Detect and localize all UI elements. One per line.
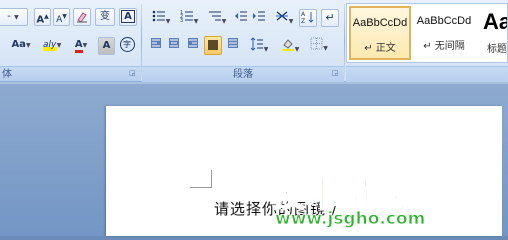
char-border-button[interactable]: A [119, 8, 137, 26]
styles-gallery: AaBbCcDd ↵ 正文 AaBbCcDd ↵ 无间隔 Aa 标题 [346, 3, 508, 63]
center-icon [169, 38, 179, 48]
numbering-icon: 1 2 3 [180, 10, 193, 24]
decrease-indent-icon [235, 11, 247, 21]
font-size-dropdown[interactable]: - ▼ [0, 8, 28, 26]
ruler-strip [0, 82, 508, 84]
numbering-button[interactable]: 1 2 3 ▼ [176, 9, 202, 27]
phonetic-guide-icon: 变 [100, 11, 110, 22]
font-color-button[interactable]: A▼ [68, 37, 94, 55]
style-name: 标题 [487, 44, 507, 55]
bullets-button[interactable]: ▼ [148, 9, 174, 27]
bullets-icon [152, 10, 165, 22]
clear-format-icon [77, 12, 87, 23]
style-tile-heading[interactable]: Aa 标题 [477, 6, 507, 60]
shrink-font-button[interactable]: A▼ [53, 8, 70, 26]
paragraph-group: ▼ 1 2 3 ▼ ▼ ▼ A Z ↵ ▼ ▼ ▼ 段落 ◲ [142, 0, 344, 82]
center-button[interactable] [166, 37, 182, 55]
chevron-down-icon: ▼ [25, 42, 31, 49]
style-sample: AaBbCcDd [352, 17, 408, 29]
decrease-indent-button[interactable] [232, 9, 250, 27]
align-left-icon [151, 38, 161, 48]
show-marks-button[interactable]: ↵ [321, 9, 339, 27]
svg-text:A: A [301, 11, 306, 18]
distributed-icon [228, 38, 238, 48]
styles-group-label-bar [346, 66, 508, 82]
show-marks-icon: ↵ [325, 11, 335, 24]
dialog-launcher-icon[interactable]: ◲ [129, 69, 137, 77]
char-shading-icon: A [102, 40, 111, 51]
highlight-icon: aly [42, 37, 57, 51]
paragraph-group-label: 段落 [142, 66, 344, 82]
chevron-down-icon: ▼ [14, 14, 19, 21]
sort-icon: AZ [301, 11, 314, 25]
chinese-layout-button[interactable]: ▼ [271, 9, 297, 27]
char-border-icon: A [121, 10, 135, 23]
justify-button[interactable] [204, 36, 222, 55]
chinese-layout-icon [275, 11, 288, 21]
distributed-button[interactable] [225, 37, 241, 55]
grow-font-icon: A [36, 14, 45, 26]
chevron-down-icon: ▼ [221, 18, 227, 25]
style-name: ↵ 正文 [364, 43, 396, 54]
chevron-down-icon: ▼ [263, 46, 269, 53]
chevron-down-icon: ▼ [193, 18, 199, 25]
increase-indent-button[interactable] [250, 9, 268, 27]
chevron-down-icon: ▼ [165, 18, 171, 25]
font-size-value: - [7, 11, 11, 22]
sort-button[interactable]: AZ [299, 9, 317, 27]
enclose-char-button[interactable]: 字 [118, 37, 136, 55]
line-spacing-button[interactable]: ▼ [246, 37, 272, 55]
group-divider [344, 4, 345, 78]
margin-corner-mark [190, 170, 212, 188]
line-spacing-icon [250, 37, 263, 51]
chevron-down-icon: ▼ [82, 42, 88, 49]
enclose-char-icon: 字 [119, 37, 135, 52]
change-case-icon: Aa [11, 39, 26, 50]
style-sample: AaBbCcDd [416, 15, 472, 27]
style-tile-normal[interactable]: AaBbCcDd ↵ 正文 [349, 6, 411, 60]
chevron-down-icon: ▼ [56, 42, 62, 49]
borders-button[interactable]: ▼ [306, 37, 332, 55]
increase-indent-icon [253, 11, 265, 21]
highlight-button[interactable]: aly▼ [38, 37, 66, 55]
align-right-button[interactable] [185, 37, 201, 55]
font-group-label: 体 [0, 66, 141, 81]
style-tile-no-spacing[interactable]: AaBbCcDd ↵ 无间隔 [414, 6, 474, 60]
chevron-down-icon: ▼ [288, 18, 294, 25]
svg-text:3: 3 [180, 18, 183, 23]
svg-text:Z: Z [301, 18, 305, 24]
multilevel-list-button[interactable]: ▼ [204, 9, 230, 27]
shading-icon [281, 39, 294, 51]
clear-format-button[interactable] [73, 8, 91, 26]
borders-icon [310, 37, 323, 50]
font-color-icon: A [74, 39, 83, 53]
style-sample: Aa [482, 9, 507, 34]
font-group: - ▼ A▲ A▼ 变 A Aa▼ aly▼ A▼ A 字 体 ◲ [0, 0, 141, 82]
phonetic-guide-button[interactable]: 变 [95, 8, 115, 26]
shading-button[interactable]: ▼ [276, 37, 304, 55]
align-left-button[interactable] [148, 37, 164, 55]
watermark-url: www.jsgho.com [275, 209, 426, 230]
ribbon: - ▼ A▲ A▼ 变 A Aa▼ aly▼ A▼ A 字 体 ◲ ▼ 1 2 … [0, 0, 508, 82]
chevron-down-icon: ▼ [294, 46, 300, 53]
chevron-down-icon: ▼ [323, 45, 328, 52]
justify-icon [208, 40, 218, 50]
grow-font-button[interactable]: A▲ [34, 8, 51, 26]
align-right-icon [188, 38, 198, 48]
change-case-button[interactable]: Aa▼ [8, 37, 34, 55]
style-name: ↵ 无间隔 [423, 41, 465, 52]
char-shading-button[interactable]: A [98, 37, 115, 55]
dialog-launcher-icon[interactable]: ◲ [332, 69, 340, 77]
multilevel-list-icon [208, 11, 221, 21]
